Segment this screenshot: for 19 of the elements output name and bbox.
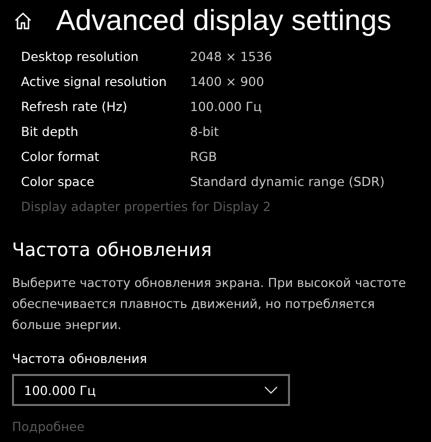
info-value: 2048 × 1536	[190, 48, 274, 66]
refresh-rate-dropdown[interactable]: 100.000 Гц	[12, 374, 290, 406]
section-heading: Частота обновления	[12, 239, 213, 263]
info-label: Color space	[21, 173, 96, 191]
section-description: Выберите частоту обновления экрана. При высокой частоте обеспечивается плавность движений, но потребляется больше энергии.	[12, 275, 407, 334]
info-value: 100.000 Гц	[190, 98, 263, 116]
home-icon[interactable]	[14, 12, 32, 30]
info-value: RGB	[190, 148, 218, 166]
info-label: Bit depth	[21, 123, 80, 141]
info-label: Desktop resolution	[21, 48, 140, 66]
info-label: Color format	[21, 148, 100, 166]
chevron-down-icon	[264, 386, 278, 394]
info-value: 1400 × 900	[190, 73, 266, 91]
info-value: Standard dynamic range (SDR)	[190, 173, 386, 191]
info-value: 8-bit	[190, 123, 220, 141]
dropdown-label: Частота обновления	[12, 350, 148, 368]
info-label: Active signal resolution	[21, 73, 168, 91]
info-label: Refresh rate (Hz)	[21, 98, 128, 116]
page-title: Advanced display settings	[56, 4, 392, 38]
